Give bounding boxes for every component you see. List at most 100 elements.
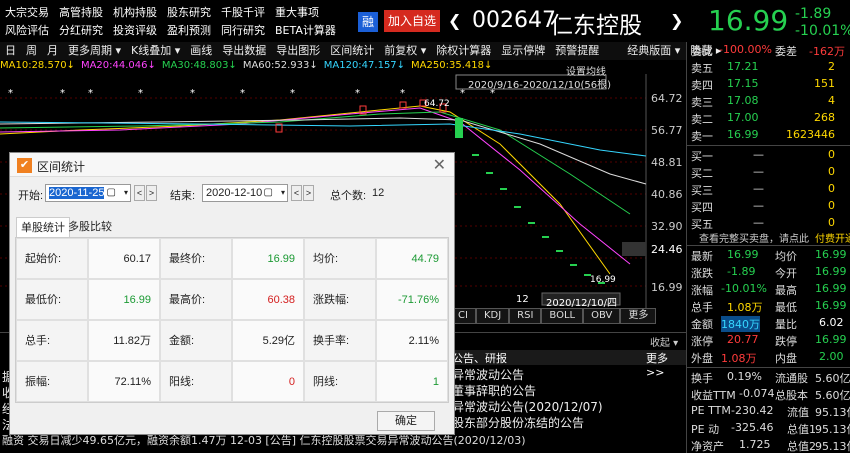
full-orderbook-promo[interactable]: 查看完整买卖盘，请点此 付费开通	[691, 229, 850, 246]
svg-text:*: *	[8, 88, 13, 99]
end-prev-button[interactable]: <	[291, 185, 302, 201]
toolbar-range-stats[interactable]: 区间统计	[325, 42, 379, 60]
chevron-down-icon[interactable]: ▾	[281, 185, 285, 201]
sell-4-row[interactable]: 卖四 17.15 151	[691, 76, 849, 93]
news-item[interactable]: 异常波动公告(2020/12/07)	[452, 398, 603, 415]
price-axis-label: 48.81	[651, 156, 683, 169]
toolbar-export-data[interactable]: 导出数据	[217, 42, 271, 60]
toolbar-month[interactable]: 月	[42, 42, 63, 60]
calendar-icon[interactable]: ▢	[264, 185, 273, 201]
menu-item[interactable]: 重大事项	[270, 4, 324, 22]
end-date-input[interactable]: 2020-12-10 ▢ ▾	[202, 184, 288, 202]
menu-item[interactable]: BETA计算器	[270, 22, 341, 40]
sell-2-row[interactable]: 卖二 17.00 268	[691, 110, 849, 127]
current-price: 16.99	[708, 4, 789, 37]
dialog-title-bar[interactable]: ✔ 区间统计 ✕	[10, 153, 454, 177]
chevron-down-icon[interactable]: ▾	[124, 185, 128, 201]
price-axis-label: 40.86	[651, 188, 683, 201]
stat-value: 1	[376, 361, 448, 402]
toolbar-export-chart[interactable]: 导出图形	[271, 42, 325, 60]
news-item[interactable]: 异常波动公告	[452, 366, 524, 383]
calendar-icon[interactable]: ▢	[107, 185, 116, 201]
toolbar-more-period[interactable]: 更多周期 ▾	[63, 42, 126, 60]
stat-value: 16.99	[88, 279, 160, 320]
menu-item[interactable]: 分红研究	[54, 22, 108, 40]
news-more-link[interactable]: 更多>>	[646, 350, 686, 379]
dialog-title: 区间统计	[37, 160, 86, 174]
svg-text:*: *	[60, 88, 65, 99]
finance-row: 净资产1.725 总值295.13亿	[691, 438, 850, 453]
toolbar-day[interactable]: 日	[0, 42, 21, 60]
stat-label: 最低价:	[16, 279, 88, 320]
price-axis-highlight: 24.46	[651, 243, 683, 256]
menu-item[interactable]: 同行研究	[216, 22, 270, 40]
next-stock-icon[interactable]: ❯	[670, 11, 683, 30]
stat-value: 72.11%	[88, 361, 160, 402]
buy-3-row[interactable]: 买三 — 0	[691, 181, 849, 198]
toolbar-draw-line[interactable]: 画线	[185, 42, 217, 60]
quote-row: 外盘 1.08万 内盘 2.00	[691, 350, 844, 365]
tab-kdj[interactable]: KDJ	[475, 308, 510, 324]
end-label: 结束:	[170, 190, 196, 202]
menu-item[interactable]: 风险评估	[0, 22, 54, 40]
add-watchlist-button[interactable]: 加入自选	[384, 10, 440, 32]
toolbar-kline-overlay[interactable]: K线叠加 ▾	[126, 42, 185, 60]
stat-label: 总手:	[16, 320, 88, 361]
sell-3-row[interactable]: 卖三 17.08 4	[691, 93, 849, 110]
menu-item[interactable]: 股东研究	[162, 4, 216, 22]
sell-5-row[interactable]: 卖五 17.21 2	[691, 59, 849, 76]
stat-label: 最高价:	[160, 279, 232, 320]
chart-toolbar: 日 周 月 更多周期 ▾ K线叠加 ▾ 画线 导出数据 导出图形 区间统计 前复…	[0, 42, 721, 60]
margin-badge[interactable]: 融	[358, 12, 378, 32]
news-item[interactable]: 董事辞职的公告	[452, 382, 536, 399]
tab-rsi[interactable]: RSI	[509, 308, 542, 324]
finance-row: 换手 0.19% 流通股 5.60亿	[691, 370, 850, 385]
quote-row: 金额 1840万 量比 6.02	[691, 316, 844, 332]
toolbar-layout[interactable]: 经典版面 ▾	[622, 42, 685, 60]
menu-item[interactable]: 机构持股	[108, 4, 162, 22]
collapse-button[interactable]: 收起 ▾	[650, 334, 678, 349]
buy-4-row[interactable]: 买四 — 0	[691, 198, 849, 215]
sell-1-row[interactable]: 卖一 16.99 1623446	[691, 127, 849, 144]
stat-label: 换手率:	[304, 320, 376, 361]
tab-multi-compare[interactable]: 多股比较	[64, 217, 116, 237]
tab-more[interactable]: 更多	[620, 308, 657, 324]
start-prev-button[interactable]: <	[134, 185, 145, 201]
stat-label: 最终价:	[160, 238, 232, 279]
ok-button[interactable]: 确定	[377, 411, 435, 431]
ma-item: MA60:52.933↓	[242, 60, 318, 71]
count-label: 总个数:	[330, 190, 367, 202]
menu-item[interactable]: 大宗交易	[0, 4, 54, 22]
start-date-input[interactable]: 2020-11-25 ▢ ▾	[45, 184, 131, 202]
svg-text:*: *	[290, 88, 295, 99]
toolbar-alert[interactable]: 预警提醒	[550, 42, 604, 60]
close-icon[interactable]: ✕	[433, 155, 446, 175]
stock-code: 002647	[472, 8, 556, 33]
price-change: -1.89	[795, 6, 832, 22]
quote-row: 总手 1.08万 最低 16.99	[691, 299, 847, 314]
toolbar-ex-rights[interactable]: 除权计算器	[431, 42, 496, 60]
buy-1-row[interactable]: 买一 — 0	[691, 147, 849, 164]
stat-value: 60.17	[88, 238, 160, 279]
buy-2-row[interactable]: 买二 — 0	[691, 164, 849, 181]
ma-setting-button[interactable]: 设置均线	[566, 63, 606, 78]
prev-stock-icon[interactable]: ❮	[448, 11, 461, 30]
tab-boll[interactable]: BOLL	[541, 308, 584, 324]
toolbar-week[interactable]: 周	[21, 42, 42, 60]
toolbar-adjust[interactable]: 前复权 ▾	[379, 42, 431, 60]
stat-value: 0	[232, 361, 304, 402]
news-item[interactable]: 股东部分股份冻结的公告	[452, 414, 584, 431]
svg-text:*: *	[240, 88, 245, 99]
ma-item: MA250:35.418↓	[411, 60, 493, 71]
menu-item[interactable]: 盈利预测	[162, 22, 216, 40]
menu-item[interactable]: 高管持股	[54, 4, 108, 22]
start-next-button[interactable]: >	[146, 185, 157, 201]
tab-obv[interactable]: OBV	[583, 308, 621, 324]
svg-text:*: *	[355, 88, 360, 99]
end-next-button[interactable]: >	[303, 185, 314, 201]
toolbar-show-suspend[interactable]: 显示停牌	[496, 42, 550, 60]
menu-item[interactable]: 投资评级	[108, 22, 162, 40]
tab-single-stock[interactable]: 单股统计	[16, 217, 70, 237]
menu-item[interactable]: 千股千评	[216, 4, 270, 22]
quote-row: 涨停 20.77 跌停 16.99	[691, 333, 847, 348]
